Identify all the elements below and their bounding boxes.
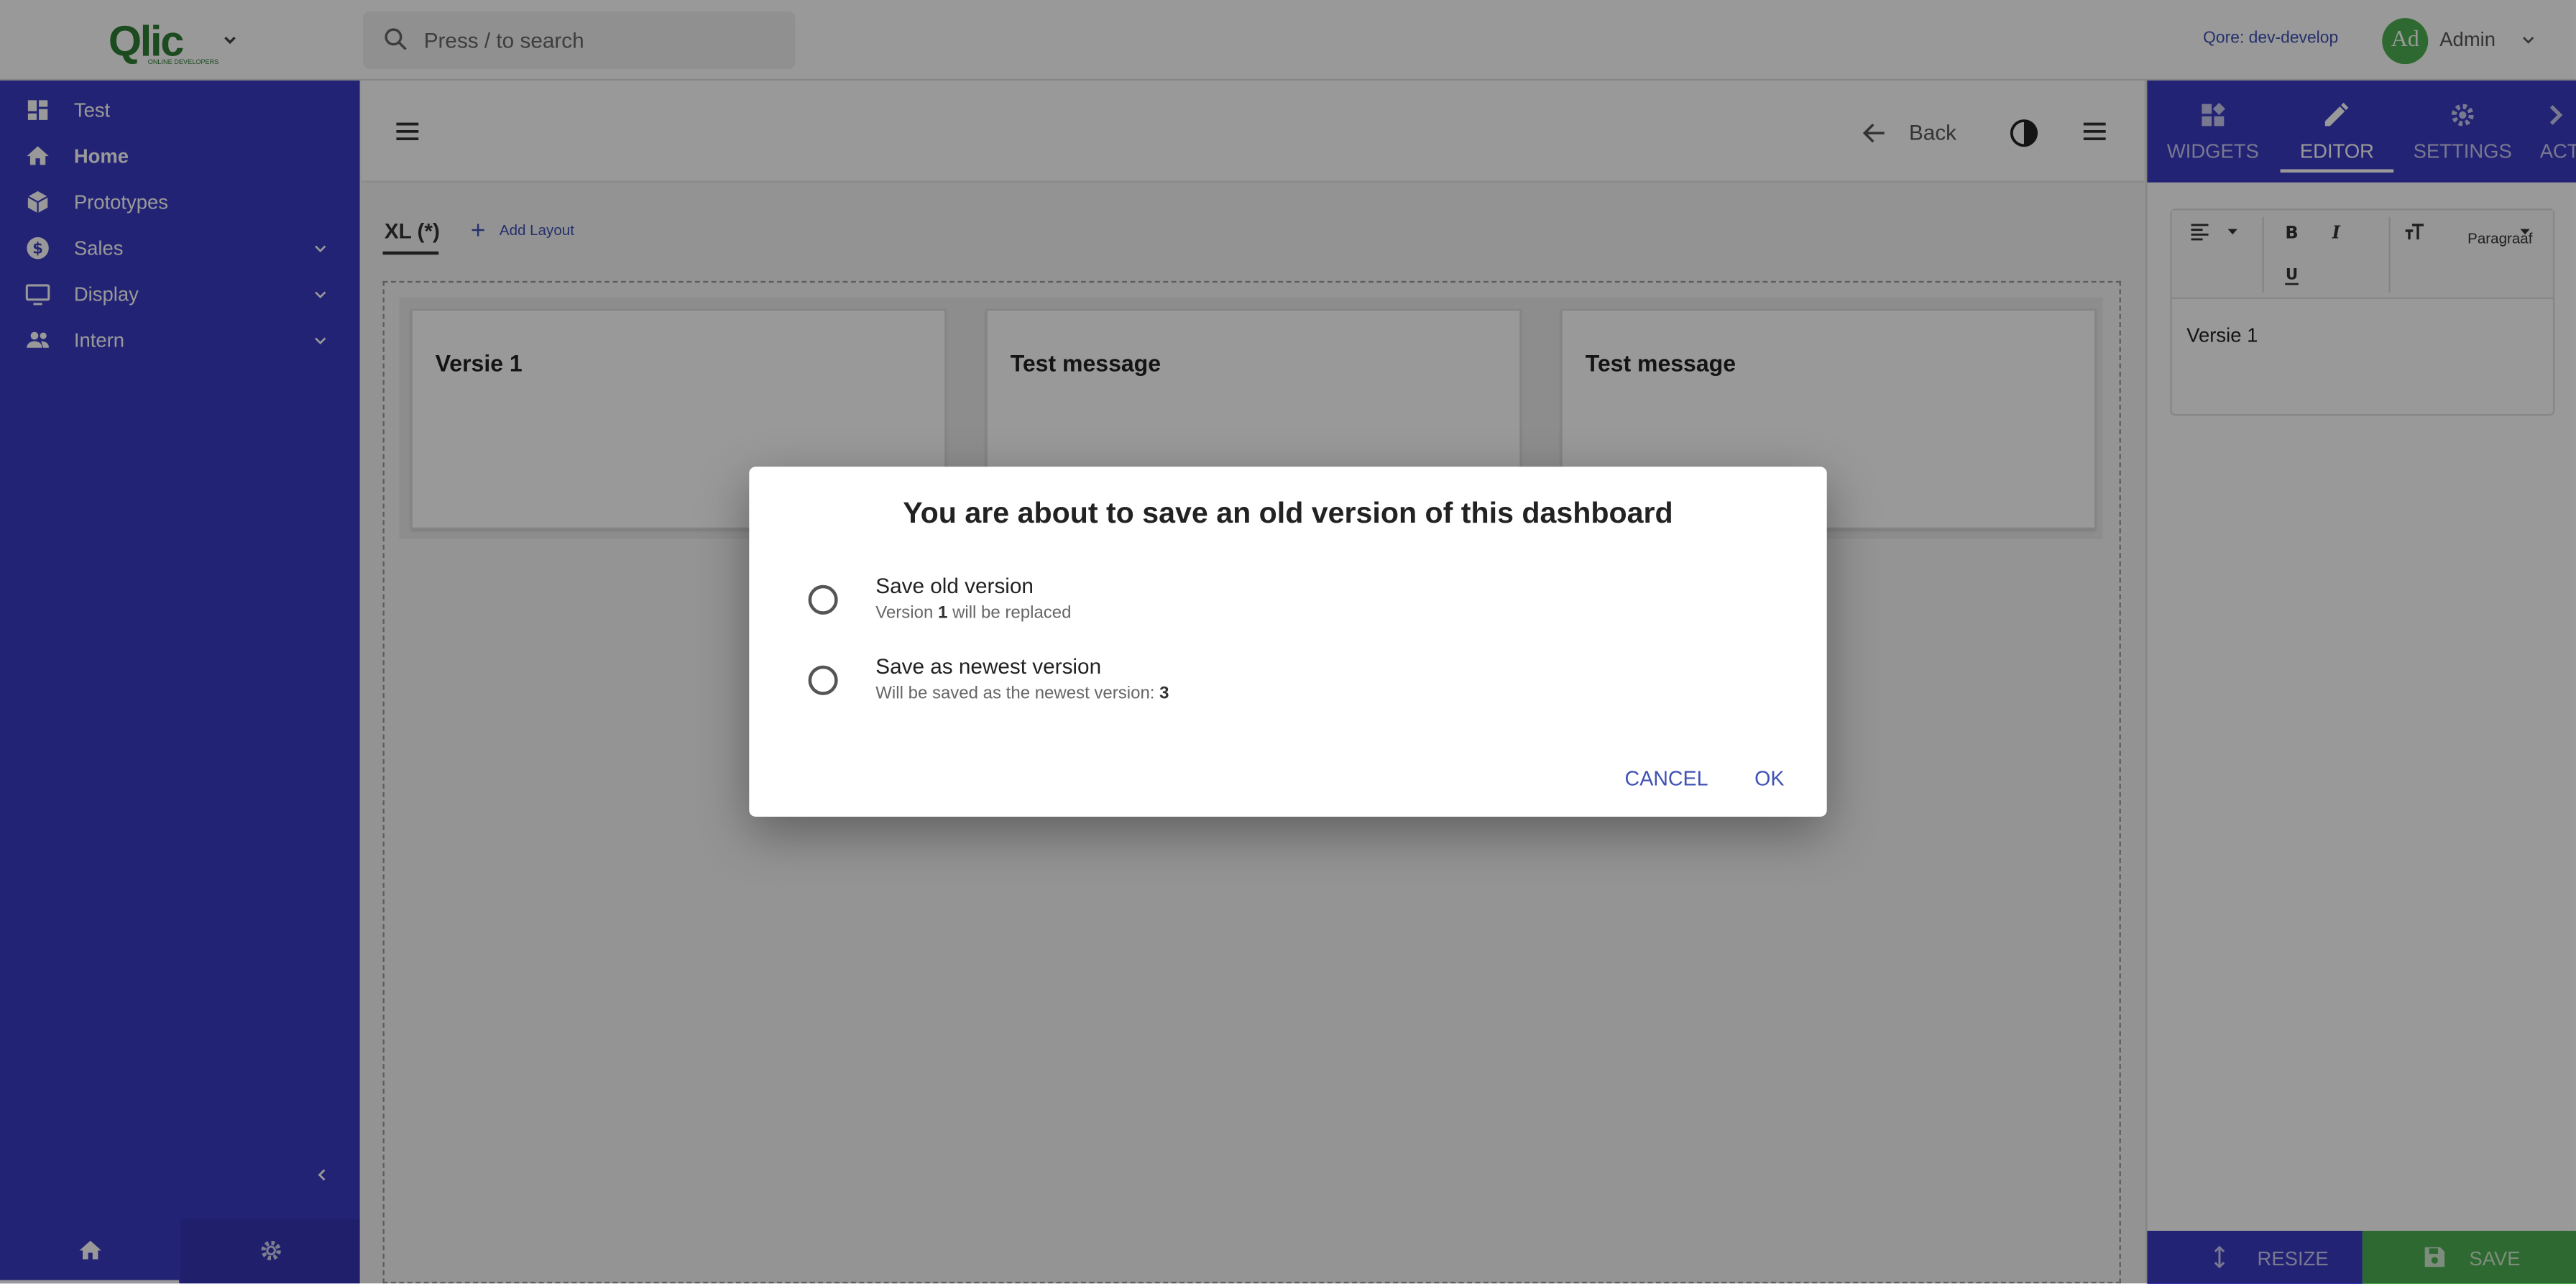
save-version-dialog: You are about to save an old version of … <box>749 467 1827 817</box>
option-save-newest-version[interactable]: Save as newest version Will be saved as … <box>806 654 1726 720</box>
option-title: Save old version <box>875 573 1034 598</box>
radio-button[interactable] <box>808 584 838 615</box>
option-save-old-version[interactable]: Save old version Version 1 will be repla… <box>806 574 1726 639</box>
option-title: Save as newest version <box>875 654 1102 679</box>
option-subtitle: Will be saved as the newest version: 3 <box>875 683 1169 704</box>
dialog-title: You are about to save an old version of … <box>903 496 1673 529</box>
radio-button[interactable] <box>808 665 838 695</box>
cancel-button[interactable]: CANCEL <box>1625 767 1708 790</box>
ok-button[interactable]: OK <box>1754 767 1784 790</box>
option-subtitle: Version 1 will be replaced <box>875 602 1072 623</box>
